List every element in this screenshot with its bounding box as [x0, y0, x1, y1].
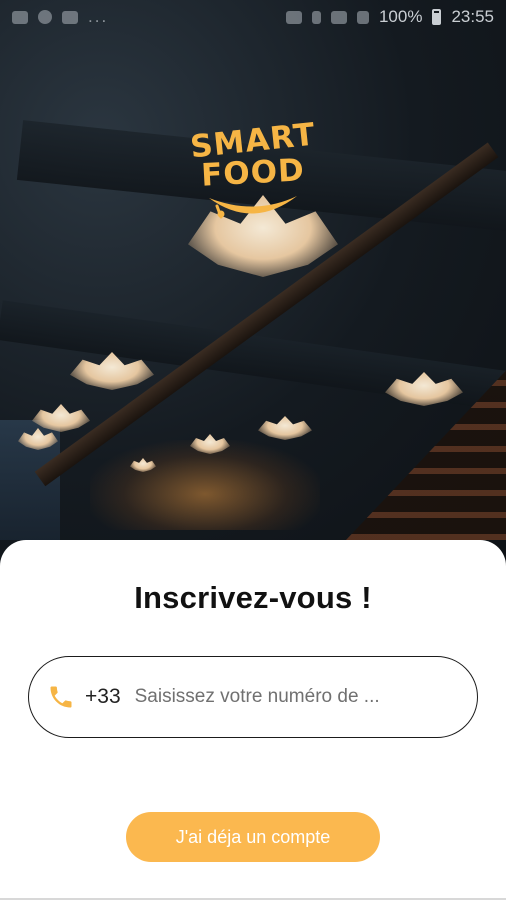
notification-icon	[38, 10, 52, 24]
wifi-icon	[330, 10, 347, 24]
interior-glow	[90, 440, 320, 530]
status-bar: ... 100% 23:55	[0, 0, 506, 34]
more-notifications-indicator: ...	[88, 7, 109, 26]
pendant-lamp	[258, 416, 312, 440]
phone-number-input[interactable]	[134, 686, 425, 708]
existing-account-button[interactable]: J'ai déja un compte	[126, 812, 380, 862]
bluetooth-icon	[311, 10, 321, 24]
cloud-icon	[12, 10, 28, 24]
battery-icon	[432, 9, 442, 25]
clock-time: 23:55	[451, 7, 494, 26]
logo-text-food: FOOD	[200, 152, 306, 194]
smart-food-logo: SMART FOOD	[183, 117, 323, 234]
app-icon	[62, 10, 78, 24]
cast-icon	[285, 10, 302, 24]
signup-title: Inscrivez-vous !	[134, 580, 372, 615]
phone-number-field[interactable]: +33	[28, 656, 478, 738]
country-code-selector[interactable]: +33	[85, 685, 121, 709]
phone-icon	[50, 686, 72, 708]
battery-percentage: 100%	[378, 7, 423, 26]
status-left-icons: ...	[12, 7, 108, 27]
signup-sheet: Inscrivez-vous ! +33 J'ai déja un compte	[0, 540, 506, 900]
status-right-icons: 100% 23:55	[285, 7, 494, 27]
signal-icon	[356, 10, 369, 24]
smile-icon	[209, 196, 297, 219]
restaurant-background-image	[0, 0, 506, 560]
